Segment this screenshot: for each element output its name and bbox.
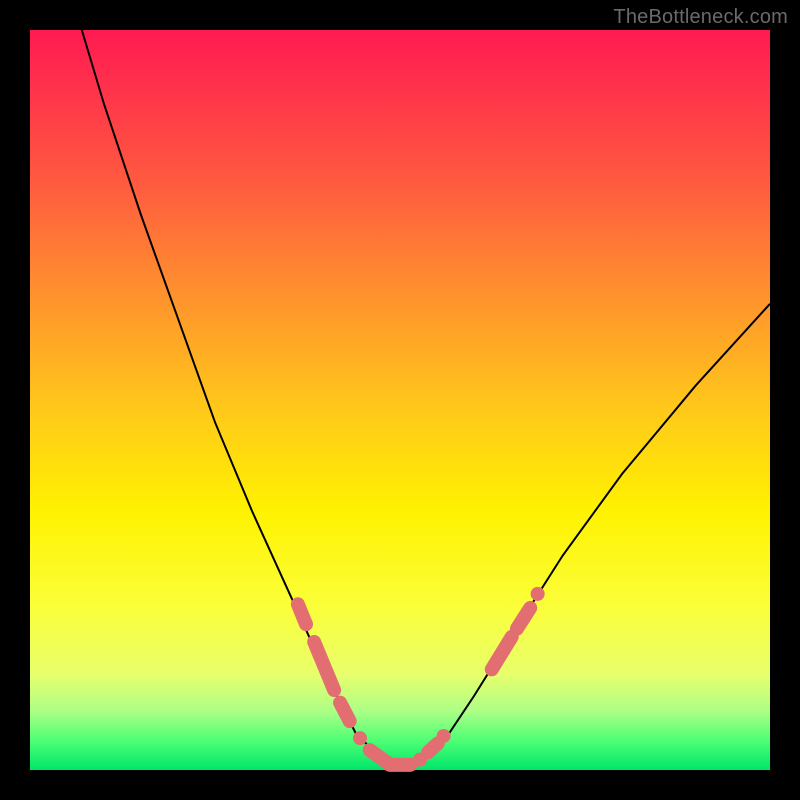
- bead-segment: [428, 743, 438, 752]
- bead-segment: [340, 703, 350, 722]
- bead-annotations: [298, 587, 545, 767]
- bead-point: [437, 729, 451, 743]
- bead-point: [531, 587, 545, 601]
- chart-svg: [30, 30, 770, 770]
- bottleneck-curve: [82, 30, 770, 770]
- bead-segment: [298, 604, 306, 624]
- bead-segment: [492, 637, 512, 670]
- watermark-text: TheBottleneck.com: [613, 6, 788, 29]
- bead-segment: [517, 608, 530, 629]
- bead-point: [353, 731, 367, 745]
- bead-segment: [314, 642, 334, 690]
